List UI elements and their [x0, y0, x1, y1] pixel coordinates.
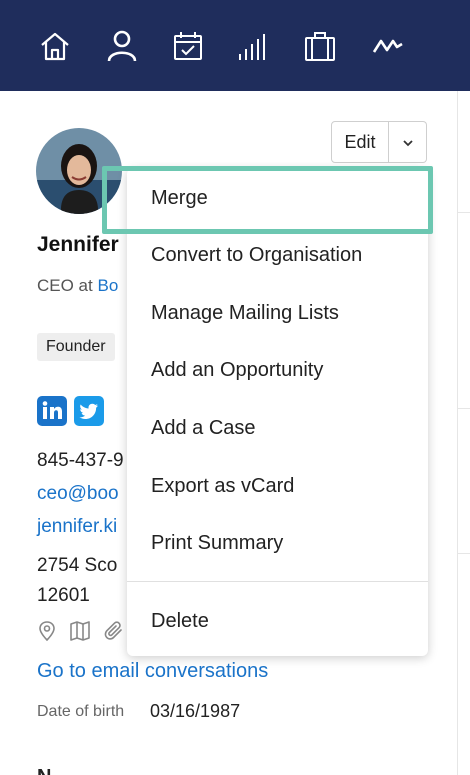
menu-item-convert-to-organisation[interactable]: Convert to Organisation [127, 227, 428, 284]
right-panel-row-divider [457, 408, 470, 409]
email-link[interactable]: ceo@boo [37, 483, 119, 505]
home-icon[interactable] [37, 28, 73, 64]
menu-item-print-summary[interactable]: Print Summary [127, 515, 428, 572]
date-of-birth-value: 03/16/1987 [150, 701, 241, 721]
organisation-link[interactable]: Bo [97, 276, 118, 295]
menu-item-export-vcard[interactable]: Export as vCard [127, 458, 428, 515]
linkedin-icon[interactable] [37, 396, 67, 426]
menu-item-manage-mailing-lists[interactable]: Manage Mailing Lists [127, 285, 428, 342]
paperclip-icon[interactable] [103, 620, 125, 642]
role-prefix: CEO at [37, 276, 93, 295]
right-panel-row-divider [457, 553, 470, 554]
activity-icon[interactable] [370, 28, 406, 64]
avatar [36, 128, 122, 214]
right-panel-row-divider [457, 212, 470, 213]
edit-button[interactable]: Edit [331, 121, 389, 163]
contact-role: CEO at Bo [37, 276, 118, 296]
address-line-1: 2754 Sco [37, 555, 118, 576]
address-line-2: 12601 [37, 585, 90, 606]
briefcase-icon[interactable] [302, 28, 338, 64]
date-of-birth-label: Date of birth [37, 703, 125, 720]
menu-item-delete[interactable]: Delete [127, 593, 428, 650]
menu-item-merge[interactable]: Merge [127, 170, 428, 227]
edit-dropdown-toggle[interactable] [389, 121, 427, 163]
contact-name: Jennifer [37, 233, 119, 256]
location-pin-icon[interactable] [36, 620, 58, 642]
menu-item-add-case[interactable]: Add a Case [127, 400, 428, 457]
email-conversations-link[interactable]: Go to email conversations [37, 660, 268, 683]
section-heading: N [37, 766, 51, 775]
person-icon[interactable] [104, 28, 140, 64]
twitter-icon[interactable] [74, 396, 104, 426]
menu-divider [127, 581, 428, 582]
map-icon[interactable] [69, 620, 91, 642]
chevron-down-icon [403, 140, 413, 147]
menu-item-add-opportunity[interactable]: Add an Opportunity [127, 342, 428, 399]
tag-badge[interactable]: Founder [37, 333, 115, 361]
top-navigation-bar [0, 0, 470, 91]
actions-dropdown-menu: Merge Convert to Organisation Manage Mai… [127, 168, 428, 656]
website-link[interactable]: jennifer.ki [37, 516, 117, 538]
right-panel-divider [457, 91, 458, 775]
calendar-icon[interactable] [170, 28, 206, 64]
phone-number[interactable]: 845-437-9 [37, 450, 124, 472]
signal-bars-icon[interactable] [236, 28, 272, 64]
